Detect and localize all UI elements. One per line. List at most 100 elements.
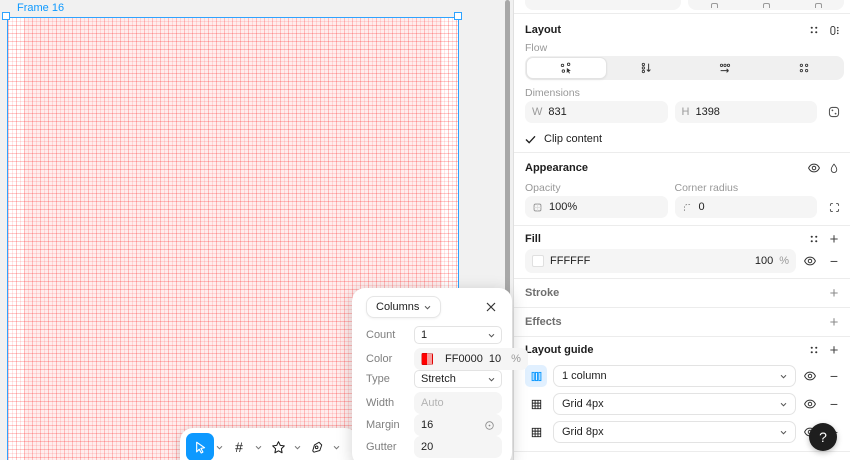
layout-guide-section: Layout guide + 1 column − Grid 4px − Gri…: [514, 337, 850, 452]
guide-visibility-eye-icon[interactable]: [800, 394, 820, 414]
remove-guide-icon[interactable]: −: [824, 366, 844, 386]
clip-content-checkbox[interactable]: Clip content: [525, 132, 844, 146]
shape-tool-button[interactable]: [264, 433, 292, 460]
width-field[interactable]: W 831: [525, 101, 668, 123]
move-tool-button[interactable]: [186, 433, 214, 460]
stroke-section-title: Stroke: [525, 287, 560, 299]
type-value: Stretch: [421, 373, 456, 385]
frame-tool-caret[interactable]: [254, 433, 263, 460]
close-icon[interactable]: [482, 298, 500, 316]
move-tool-caret[interactable]: [215, 433, 224, 460]
checkmark-icon: [525, 135, 536, 144]
type-dropdown[interactable]: Stretch: [414, 370, 502, 388]
star-icon: [271, 440, 286, 455]
guide-styles-icon[interactable]: [804, 340, 824, 360]
cutoff-field-left[interactable]: [525, 0, 681, 10]
flow-vertical-option[interactable]: [607, 57, 686, 79]
grid-guide-icon[interactable]: [525, 421, 547, 443]
flow-freeform-option[interactable]: [526, 57, 607, 79]
height-prefix: H: [681, 106, 690, 118]
fill-opacity-value[interactable]: 100: [755, 255, 773, 267]
figma-window: Frame 16 # T: [0, 0, 850, 460]
width-placeholder: Auto: [421, 397, 444, 409]
height-field[interactable]: H 1398: [674, 101, 817, 123]
fill-visibility-eye-icon[interactable]: [800, 251, 820, 271]
type-label: Type: [366, 373, 390, 385]
frame-name-label[interactable]: Frame 16: [17, 2, 64, 14]
color-swatch[interactable]: [421, 353, 433, 365]
guide-visibility-eye-icon[interactable]: [800, 366, 820, 386]
chevron-down-icon: [425, 305, 431, 309]
flip-horizontal-icon[interactable]: [762, 3, 770, 8]
margin-label: Margin: [366, 419, 400, 431]
guide-select-grid-4px[interactable]: Grid 4px: [553, 393, 796, 415]
independent-corners-icon[interactable]: [824, 197, 844, 217]
margin-input[interactable]: 16: [414, 414, 502, 436]
constrain-proportions-icon[interactable]: [824, 102, 844, 122]
flow-label: Flow: [525, 42, 548, 54]
opacity-value: 100%: [549, 201, 578, 213]
pen-tool-caret[interactable]: [332, 433, 341, 460]
rotation-icon[interactable]: [710, 3, 718, 8]
fill-swatch[interactable]: [532, 255, 544, 267]
guide-name: Grid 4px: [562, 398, 604, 410]
appearance-section: Appearance Opacity Corner radius 100% 0: [514, 153, 850, 226]
fill-color-input[interactable]: FFFFFF 100 %: [525, 249, 796, 273]
count-dropdown[interactable]: 1: [414, 326, 502, 344]
add-effect-icon[interactable]: +: [824, 312, 844, 332]
width-input[interactable]: Auto: [414, 392, 502, 414]
guide-name: Grid 8px: [562, 426, 604, 438]
blend-mode-icon[interactable]: [824, 158, 844, 178]
gutter-value: 20: [421, 441, 434, 453]
corner-radius-field[interactable]: 0: [674, 196, 817, 218]
width-label: Width: [366, 397, 395, 409]
flow-horizontal-option[interactable]: [686, 57, 765, 79]
properties-panel: Layout Flow Dimensions W 831 H 1398 Clip…: [513, 0, 850, 460]
auto-layout-icon[interactable]: [824, 20, 844, 40]
count-label: Count: [366, 329, 396, 341]
fill-styles-icon[interactable]: [804, 229, 824, 249]
appearance-section-title: Appearance: [525, 162, 588, 174]
columns-guide-icon[interactable]: [525, 365, 547, 387]
chevron-down-icon: [488, 377, 495, 381]
add-stroke-icon[interactable]: +: [824, 283, 844, 303]
cursor-icon: [193, 440, 207, 454]
clip-content-label: Clip content: [544, 133, 603, 145]
add-layout-guide-icon[interactable]: +: [824, 340, 844, 360]
gutter-input[interactable]: 20: [414, 436, 502, 458]
pen-tool-button[interactable]: [303, 433, 331, 460]
fill-percent-sign: %: [779, 255, 789, 267]
selection-handle-top-left[interactable]: [2, 12, 10, 20]
flow-grid-option[interactable]: [764, 57, 843, 79]
add-fill-icon[interactable]: +: [824, 229, 844, 249]
help-button[interactable]: ?: [809, 423, 837, 451]
export-section: Export +: [514, 452, 850, 460]
fill-hex-value[interactable]: FFFFFF: [550, 255, 590, 267]
tools-toolbar: # T: [180, 428, 360, 460]
guide-select-1-column[interactable]: 1 column: [553, 365, 796, 387]
grid-styles-icon[interactable]: [804, 20, 824, 40]
remove-fill-icon[interactable]: −: [824, 251, 844, 271]
frame-tool-button[interactable]: #: [225, 433, 253, 460]
color-input[interactable]: FF0000 10 %: [414, 348, 528, 370]
flip-vertical-icon[interactable]: [814, 3, 822, 8]
remove-guide-icon[interactable]: −: [824, 394, 844, 414]
selection-handle-top-right[interactable]: [454, 12, 462, 20]
effects-section-title: Effects: [525, 316, 562, 328]
color-label: Color: [366, 353, 393, 365]
variable-icon[interactable]: [484, 420, 495, 431]
color-opacity-value[interactable]: 10: [489, 353, 501, 365]
guide-type-label: Columns: [376, 301, 420, 313]
shape-tool-caret[interactable]: [293, 433, 302, 460]
chevron-down-icon: [488, 333, 495, 337]
guide-type-dropdown[interactable]: Columns: [366, 296, 442, 318]
count-value: 1: [421, 329, 428, 341]
cutoff-field-right[interactable]: [688, 0, 844, 10]
eye-icon[interactable]: [804, 158, 824, 178]
width-prefix: W: [532, 106, 543, 118]
opacity-field[interactable]: 100%: [525, 196, 668, 218]
layout-guide-section-title: Layout guide: [525, 344, 594, 356]
color-hex-value[interactable]: FF0000: [445, 353, 483, 365]
grid-guide-icon[interactable]: [525, 393, 547, 415]
guide-select-grid-8px[interactable]: Grid 8px: [553, 421, 796, 443]
